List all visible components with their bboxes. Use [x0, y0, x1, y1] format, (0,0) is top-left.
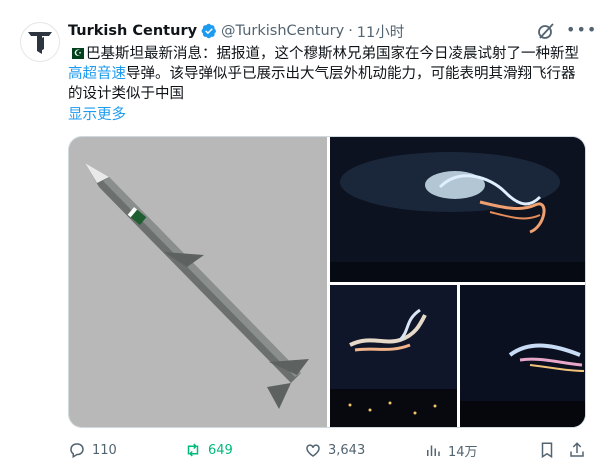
- tweet-actions: 110 649 3,643 14万: [68, 440, 588, 462]
- timestamp[interactable]: 11小时: [357, 21, 404, 42]
- retweet-button[interactable]: 649: [184, 440, 233, 460]
- views-button[interactable]: 14万: [424, 440, 478, 460]
- tweet-text-part-2: 导弹。该导弹似乎已展示出大气层外机动能力，可能表明其滑翔飞行器的设计类似于中国: [68, 66, 576, 102]
- like-count: 3,643: [328, 442, 366, 458]
- missile-image[interactable]: [69, 137, 327, 427]
- views-icon: [427, 445, 440, 456]
- more-icon[interactable]: •••: [566, 20, 596, 40]
- display-name[interactable]: Turkish Century: [68, 23, 197, 39]
- launch-trail-image-1[interactable]: [330, 137, 585, 282]
- reply-count: 110: [92, 442, 117, 458]
- verified-badge-icon: [201, 23, 217, 39]
- share-button[interactable]: [568, 440, 586, 460]
- hashtag-link[interactable]: 高超音速: [68, 66, 126, 82]
- bookmark-icon: [541, 442, 553, 459]
- like-button[interactable]: 3,643: [304, 440, 365, 460]
- avatar[interactable]: [20, 22, 60, 62]
- views-count: 14万: [448, 444, 478, 460]
- media-grid: [68, 136, 586, 428]
- grok-icon[interactable]: [536, 21, 556, 41]
- launch-trail-image-3[interactable]: [460, 285, 585, 427]
- tweet-header: Turkish Century @TurkishCentury · 11小时 •…: [68, 20, 596, 42]
- separator-dot: ·: [348, 23, 353, 39]
- tweet-text: 巴基斯坦最新消息：据报道，这个穆斯林兄弟国家在今日凌晨试射了一种新型高超音速导弹…: [68, 44, 588, 104]
- retweet-icon: [187, 443, 199, 457]
- reply-button[interactable]: 110: [68, 440, 117, 460]
- turkish-century-logo-icon: [28, 32, 52, 54]
- show-more-link[interactable]: 显示更多: [68, 103, 126, 124]
- retweet-count: 649: [208, 442, 233, 458]
- handle[interactable]: @TurkishCentury: [221, 23, 344, 39]
- tweet[interactable]: Turkish Century @TurkishCentury · 11小时 •…: [0, 0, 606, 475]
- share-icon: [570, 442, 584, 457]
- pakistan-flag-icon: [68, 44, 84, 64]
- reply-icon: [70, 443, 84, 459]
- like-icon: [306, 444, 320, 457]
- launch-trail-image-2[interactable]: [330, 285, 457, 427]
- bookmark-button[interactable]: [538, 440, 556, 460]
- tweet-text-part-1: 巴基斯坦最新消息：据报道，这个穆斯林兄弟国家在今日凌晨试射了一种新型: [86, 46, 579, 62]
